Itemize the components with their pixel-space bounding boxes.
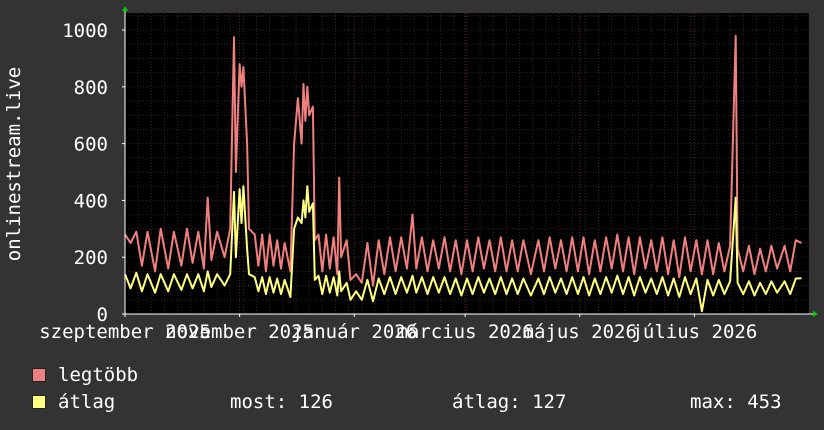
x-tick-label: május 2026 (523, 321, 637, 343)
x-axis-arrow-icon (813, 311, 818, 317)
legend-label-avg: átlag (58, 391, 116, 413)
legend-label-max: legtöbb (58, 364, 139, 386)
legend-item-max: legtöbb (32, 364, 138, 386)
stat-now: most: 126 (230, 391, 333, 413)
x-tick-label: március 2026 (396, 321, 533, 343)
y-axis-arrow-icon (122, 6, 128, 11)
x-tick-label: július 2026 (631, 321, 757, 343)
stat-average: átlag: 127 (452, 391, 567, 413)
stat-max: max: 453 (690, 391, 782, 413)
y-tick-label: 600 (74, 134, 108, 156)
y-axis-label: onlinestream.live (3, 67, 25, 261)
legend-swatch-avg (32, 395, 46, 409)
legend-swatch-max (32, 368, 46, 382)
y-tick-label: 400 (74, 190, 108, 212)
y-tick-label: 800 (74, 77, 108, 99)
y-tick-label: 1000 (62, 20, 108, 42)
legend-item-avg: átlag (32, 391, 115, 413)
y-tick-label: 200 (74, 247, 108, 269)
